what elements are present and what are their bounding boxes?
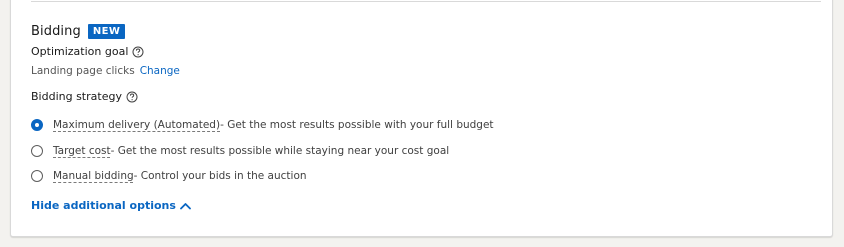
bidding-option-manual-bidding[interactable]: Manual bidding - Control your bids in th… (31, 170, 307, 182)
question-circle-icon[interactable] (132, 46, 144, 58)
section-divider (31, 1, 821, 2)
hide-options-label: Hide additional options (31, 199, 176, 212)
optimization-goal-value: Landing page clicks (31, 65, 135, 77)
bidding-option-maximum-delivery[interactable]: Maximum delivery (Automated) - Get the m… (31, 119, 494, 131)
optimization-goal-row: Landing page clicks Change (31, 65, 180, 77)
bidding-card: Bidding NEW Optimization goal Landing pa… (10, 0, 833, 237)
option-description: - Get the most results possible while st… (110, 145, 450, 157)
section-title: Bidding (31, 24, 81, 39)
radio-button[interactable] (31, 170, 43, 182)
question-circle-icon[interactable] (126, 91, 138, 103)
optimization-goal-label-row: Optimization goal (31, 45, 144, 58)
change-goal-link[interactable]: Change (140, 65, 180, 77)
option-name: Manual bidding (53, 170, 134, 182)
bidding-strategy-label: Bidding strategy (31, 90, 122, 103)
option-name: Maximum delivery (Automated) (53, 119, 221, 131)
hide-additional-options-link[interactable]: Hide additional options (31, 199, 191, 212)
bidding-header: Bidding NEW (31, 24, 126, 39)
new-badge: NEW (87, 24, 126, 39)
option-description: - Get the most results possible with you… (220, 119, 494, 131)
option-description: - Control your bids in the auction (133, 170, 307, 182)
radio-button[interactable] (31, 145, 43, 157)
bidding-strategy-label-row: Bidding strategy (31, 90, 138, 103)
option-name: Target cost (53, 145, 111, 157)
bidding-option-target-cost[interactable]: Target cost - Get the most results possi… (31, 145, 449, 157)
chevron-up-icon (180, 202, 191, 209)
optimization-goal-label: Optimization goal (31, 45, 129, 58)
radio-button-selected[interactable] (31, 119, 43, 131)
